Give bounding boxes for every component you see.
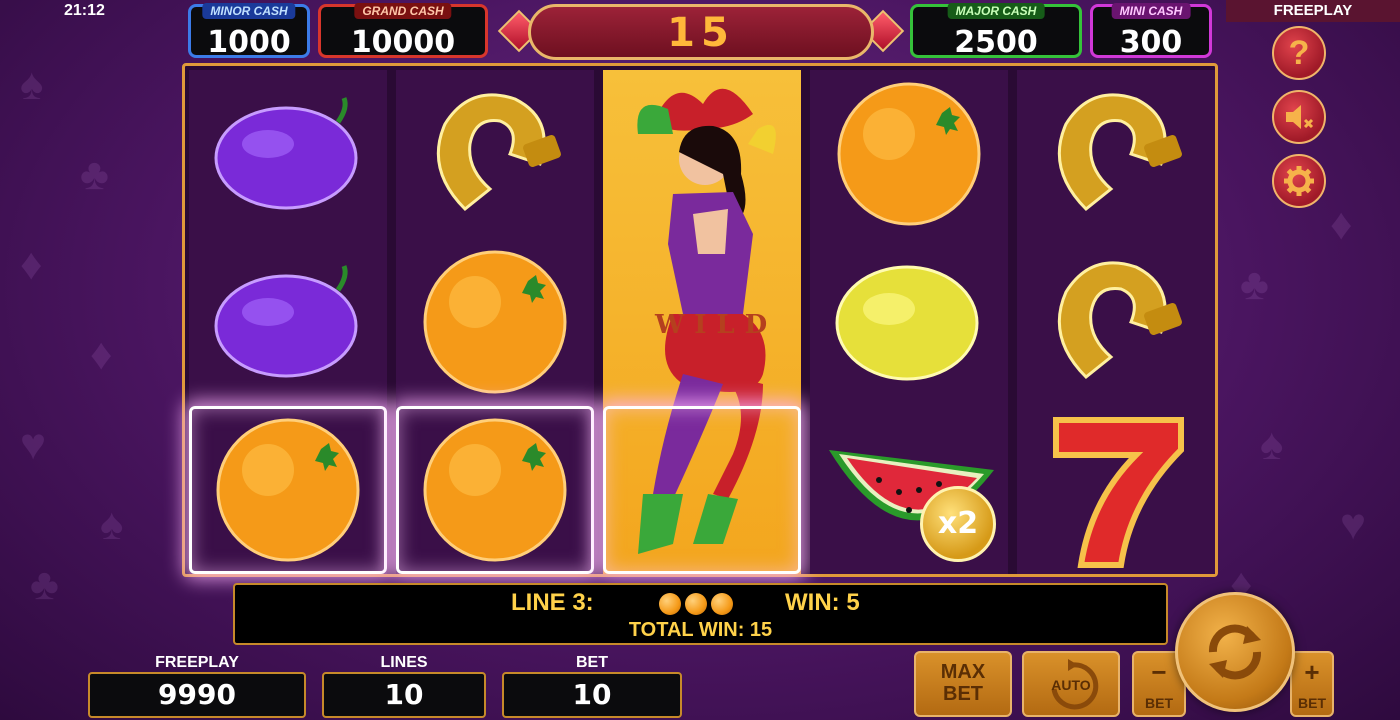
jackpot-minor-suffix: CASH: [253, 4, 288, 18]
jackpot-mini-value: 300: [1119, 25, 1183, 60]
symbol-cell: [1017, 406, 1215, 574]
symbol-cell: [189, 238, 387, 406]
plum-icon: [208, 262, 368, 382]
orange-icon: [213, 415, 363, 565]
win-info-bar: LINE 3: WIN: 5 TOTAL WIN: 15: [233, 583, 1168, 645]
horseshoe-icon: [1036, 79, 1196, 229]
max-bet-line1: MAX: [940, 661, 986, 683]
symbol-cell: [1017, 238, 1215, 406]
jackpot-grand: GRAND CASH 10000: [318, 3, 488, 60]
jackpot-minor-value: 1000: [207, 25, 291, 60]
symbol-cell: [810, 70, 1008, 238]
jackpot-minor-name: MINOR: [210, 4, 251, 18]
orange-icon: [420, 415, 570, 565]
speaker-muted-icon: [1286, 105, 1314, 129]
bet-label: BET: [576, 654, 608, 671]
reels-area: WILD x2: [182, 63, 1218, 577]
lines-label: LINES: [380, 654, 428, 671]
lines-value: 10: [322, 672, 486, 718]
bet-decrease-label: BET: [1145, 695, 1173, 711]
total-win: TOTAL WIN: 15: [628, 619, 773, 641]
win-line-label: LINE 3:: [511, 589, 594, 616]
lemon-icon: [829, 257, 989, 387]
symbol-cell-winning: [396, 406, 594, 574]
jackpot-mini: MINI CASH 300: [1090, 3, 1212, 60]
symbol-cell: [396, 70, 594, 238]
jackpot-grand-suffix: CASH: [409, 4, 444, 18]
jackpot-mini-name: MINI: [1119, 4, 1145, 18]
jackpot-minor: MINOR CASH 1000: [188, 3, 310, 60]
orange-icon: [834, 79, 984, 229]
freeplay-balance: 9990: [88, 672, 306, 718]
autoplay-button[interactable]: AUTO: [1022, 651, 1120, 717]
seven-icon: [1041, 410, 1191, 570]
settings-button[interactable]: [1272, 154, 1326, 208]
spin-arrows-icon: [1208, 624, 1262, 680]
max-bet-button[interactable]: MAX BET: [914, 651, 1012, 717]
jackpot-mini-suffix: CASH: [1148, 4, 1183, 18]
spin-button[interactable]: [1175, 592, 1295, 712]
multiplier-badge: x2: [920, 486, 996, 562]
symbol-cell: [1017, 70, 1215, 238]
clock: 21:12: [64, 2, 105, 19]
jackpot-major-name: MAJOR: [955, 4, 999, 18]
symbol-cell: [810, 238, 1008, 406]
symbol-cell-winning: [189, 406, 387, 574]
plum-icon: [208, 94, 368, 214]
jackpot-major-value: 2500: [954, 25, 1038, 60]
mode-label: FREEPLAY: [1226, 0, 1400, 22]
plus-icon: +: [1304, 657, 1320, 687]
jackpot-grand-name: GRAND: [362, 4, 407, 18]
reel-2: [396, 70, 594, 574]
bet-value: 10: [502, 672, 682, 718]
reel-3-wild: WILD: [603, 70, 801, 574]
freeplay-label: FREEPLAY: [155, 654, 239, 671]
reel-5: [1017, 70, 1215, 574]
symbol-cell: [189, 70, 387, 238]
reel-1: [189, 70, 387, 574]
horseshoe-icon: [415, 79, 575, 229]
autoplay-label: AUTO: [1051, 677, 1091, 693]
jackpot-major-suffix: CASH: [1002, 4, 1037, 18]
free-games-counter: 15: [497, 2, 905, 62]
sound-button[interactable]: [1272, 90, 1326, 144]
free-games-count: 15: [528, 4, 874, 60]
orange-ball-icon: [659, 593, 737, 622]
symbol-cell: x2: [810, 406, 1008, 574]
question-icon: ?: [1288, 33, 1310, 72]
help-button[interactable]: ?: [1272, 26, 1326, 80]
bet-increase-label: BET: [1298, 695, 1326, 711]
jackpot-major: MAJOR CASH 2500: [910, 3, 1082, 60]
line-win-amount: WIN: 5: [785, 589, 860, 616]
horseshoe-icon: [1036, 247, 1196, 397]
symbol-cell-winning: [603, 406, 801, 574]
jackpot-grand-value: 10000: [350, 25, 456, 60]
orange-icon: [420, 247, 570, 397]
gear-icon: [1284, 166, 1314, 196]
symbol-cell: [396, 238, 594, 406]
bet-increase-button[interactable]: + BET: [1290, 651, 1334, 717]
max-bet-line2: BET: [943, 683, 983, 705]
reel-4: x2: [810, 70, 1008, 574]
wild-label: WILD: [655, 310, 778, 340]
